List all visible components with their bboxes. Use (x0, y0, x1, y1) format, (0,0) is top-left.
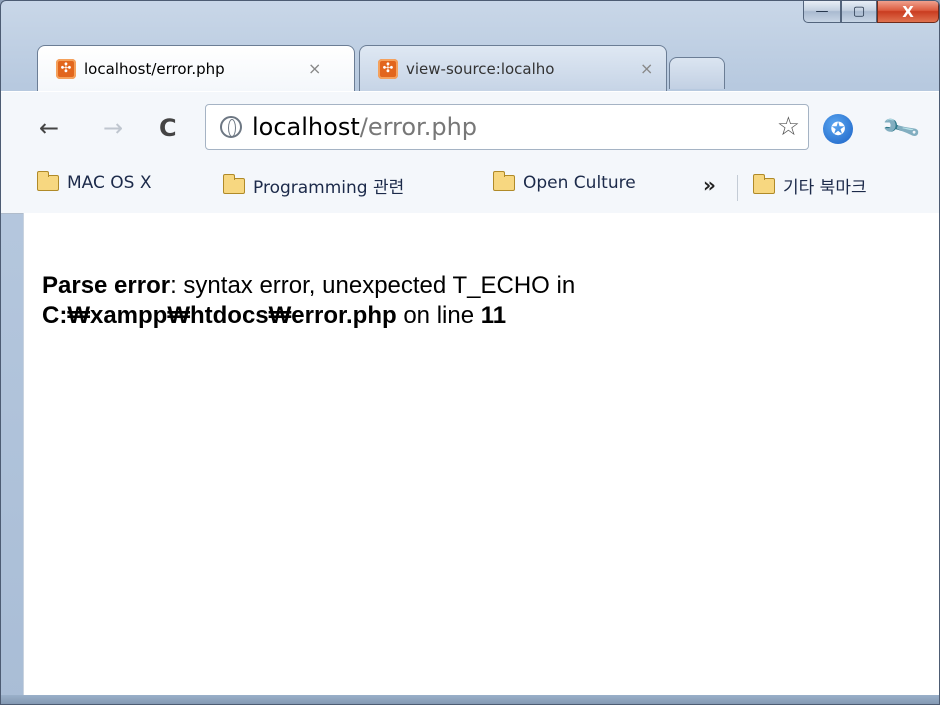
bookmark-star-icon[interactable]: ☆ (777, 112, 800, 142)
bookmark-label: Programming 관련 (253, 178, 405, 198)
maximize-button[interactable]: ▢ (841, 1, 877, 23)
tab-title: view-source:localho (406, 59, 555, 78)
tab-view-source[interactable]: ✣ view-source:localho × (359, 45, 667, 91)
folder-icon (493, 171, 515, 191)
reload-button[interactable]: C (159, 116, 177, 140)
error-on-line: on line (396, 302, 481, 329)
address-bar[interactable]: localhost/error.php ☆ (205, 104, 809, 150)
window-bottom-frame (1, 695, 939, 704)
tab-close-icon[interactable]: × (640, 59, 653, 78)
php-error-message: Parse error: syntax error, unexpected T_… (42, 271, 575, 331)
bookmark-folder-programming[interactable]: Programming 관련 (223, 173, 404, 198)
bookmarks-overflow-chevron-icon[interactable]: » (703, 173, 716, 197)
url-path: /error.php (359, 113, 478, 141)
wrench-menu-icon[interactable]: 🔧 (880, 108, 923, 150)
bookmarks-separator (737, 175, 738, 201)
error-line-number: 11 (480, 302, 507, 329)
xampp-favicon-icon: ✣ (378, 58, 398, 79)
bookmarks-bar: MAC OS X Programming 관련 Open Culture » 기… (1, 161, 939, 214)
tab-error-php[interactable]: ✣ localhost/error.php × (37, 45, 355, 91)
bookmark-folder-open-culture[interactable]: Open Culture (493, 171, 636, 193)
browser-window: — ▢ X ✣ localhost/error.php × ✣ view-sou… (0, 0, 940, 705)
folder-icon (753, 173, 775, 194)
close-window-button[interactable]: X (877, 1, 939, 23)
navigation-toolbar: ← → C localhost/error.php ☆ ✪ 🔧 (1, 91, 939, 162)
bookmark-label: MAC OS X (67, 173, 152, 193)
minimize-button[interactable]: — (803, 1, 841, 23)
bookmark-label: 기타 북마크 (783, 178, 867, 198)
new-tab-button[interactable] (669, 57, 725, 89)
error-message: : syntax error, unexpected T_ECHO in (170, 272, 576, 299)
back-button[interactable]: ← (39, 116, 59, 140)
error-file: C:₩xampp₩htdocs₩error.php (42, 302, 397, 329)
url-host: localhost (252, 113, 360, 141)
folder-icon (37, 171, 59, 191)
tab-strip: ✣ localhost/error.php × ✣ view-source:lo… (1, 45, 939, 91)
other-bookmarks-folder[interactable]: 기타 북마크 (753, 173, 867, 198)
folder-icon (223, 173, 245, 194)
tab-close-icon[interactable]: × (308, 59, 321, 78)
tab-title: localhost/error.php (84, 59, 225, 78)
bookmark-label: Open Culture (523, 173, 636, 193)
page-content: Parse error: syntax error, unexpected T_… (23, 213, 939, 695)
bookmark-folder-mac-os-x[interactable]: MAC OS X (37, 171, 152, 193)
error-type: Parse error (42, 272, 171, 299)
forward-button[interactable]: → (103, 116, 123, 140)
extension-icon[interactable]: ✪ (823, 114, 853, 144)
xampp-favicon-icon: ✣ (56, 58, 76, 79)
globe-icon (220, 116, 242, 138)
url-text[interactable]: localhost/error.php (252, 113, 477, 141)
